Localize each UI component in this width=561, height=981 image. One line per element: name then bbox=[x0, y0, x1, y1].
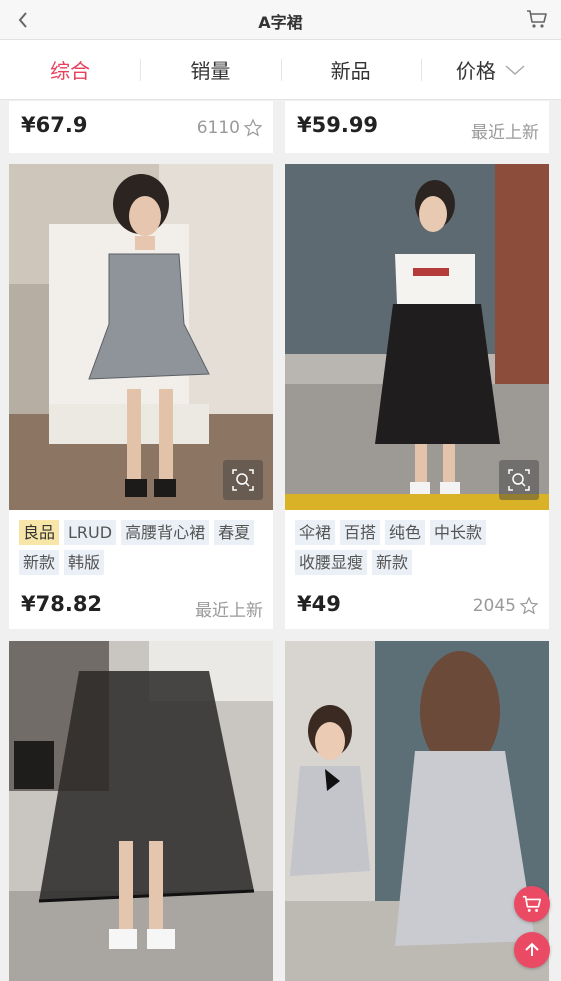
tag-item[interactable]: 韩版 bbox=[64, 550, 105, 575]
favorite-count: 6110 bbox=[196, 118, 240, 138]
tag-item[interactable]: 纯色 bbox=[385, 520, 426, 545]
page-title: A字裙 bbox=[258, 13, 303, 32]
tab-label: 综合 bbox=[50, 59, 91, 83]
product-price: ¥59.99 bbox=[297, 113, 379, 137]
product-card[interactable]: ¥59.99 最近上新 bbox=[285, 101, 549, 153]
product-image[interactable] bbox=[285, 641, 549, 981]
star-icon[interactable] bbox=[243, 118, 263, 138]
tag-item[interactable]: 高腰背心裙 bbox=[121, 520, 210, 545]
tag-item[interactable]: 新款 bbox=[372, 550, 413, 575]
tag-item[interactable]: 伞裙 bbox=[295, 520, 336, 545]
product-image[interactable] bbox=[285, 164, 549, 510]
product-image[interactable] bbox=[9, 641, 273, 981]
product-image[interactable] bbox=[9, 164, 273, 510]
scroll-top-button[interactable] bbox=[514, 932, 550, 968]
tab-label: 销量 bbox=[190, 59, 231, 83]
tag-item[interactable]: 良品 bbox=[19, 520, 60, 545]
shopping-cart-icon[interactable] bbox=[525, 7, 549, 31]
tab-sales[interactable]: 销量 bbox=[140, 40, 280, 99]
tab-price[interactable]: 价格 bbox=[420, 40, 561, 99]
sort-bar: 综合 销量 新品 价格 bbox=[0, 40, 561, 100]
tag-item[interactable]: 春夏 bbox=[214, 520, 255, 545]
product-card[interactable]: 良品 LRUD 高腰背心裙 春夏 新款 韩版 ¥78.82 最近上新 bbox=[9, 164, 273, 629]
product-photo-tulle-skirt-outfit bbox=[285, 164, 549, 510]
tag-item[interactable]: 中长款 bbox=[430, 520, 487, 545]
product-price: ¥49 bbox=[297, 592, 341, 616]
cart-float-button[interactable] bbox=[514, 886, 550, 922]
new-arrival-label: 最近上新 bbox=[471, 123, 539, 143]
product-card[interactable]: ¥67.9 6110 bbox=[9, 101, 273, 153]
product-photo-gingham-dress bbox=[9, 164, 273, 510]
product-meta: 6110 bbox=[197, 118, 263, 138]
product-grid: ¥67.9 6110 ¥59.99 最近上新 良品 LRUD 高腰背心裙 春夏 … bbox=[0, 101, 561, 981]
chevron-down-icon bbox=[505, 64, 525, 75]
zoom-search-icon[interactable] bbox=[223, 460, 263, 500]
tab-label: 价格 bbox=[455, 59, 496, 83]
favorite-count: 2045 bbox=[472, 596, 516, 616]
tag-item[interactable]: LRUD bbox=[64, 520, 117, 545]
tab-comprehensive[interactable]: 综合 bbox=[0, 40, 140, 99]
product-photo-black-tulle-skirt bbox=[9, 641, 273, 981]
zoom-search-icon[interactable] bbox=[499, 460, 539, 500]
product-tags: 伞裙 百搭 纯色 中长款 收腰显瘦 新款 bbox=[295, 520, 541, 580]
star-icon[interactable] bbox=[519, 596, 539, 616]
product-card[interactable] bbox=[9, 641, 273, 981]
product-meta: 2045 bbox=[473, 596, 539, 616]
tab-new[interactable]: 新品 bbox=[280, 40, 421, 99]
new-arrival-label: 最近上新 bbox=[195, 601, 263, 621]
product-meta: 最近上新 bbox=[471, 118, 539, 143]
product-meta: 最近上新 bbox=[195, 596, 263, 621]
arrow-up-icon bbox=[525, 942, 539, 956]
tab-label: 新品 bbox=[330, 59, 371, 83]
product-photo-grey-bow-dress bbox=[285, 641, 549, 981]
product-card[interactable]: 伞裙 百搭 纯色 中长款 收腰显瘦 新款 ¥49 2045 bbox=[285, 164, 549, 629]
product-tags: 良品 LRUD 高腰背心裙 春夏 新款 韩版 bbox=[19, 520, 265, 580]
top-bar: A字裙 bbox=[0, 0, 561, 40]
product-price: ¥67.9 bbox=[21, 113, 88, 137]
product-price: ¥78.82 bbox=[21, 592, 103, 616]
tag-item[interactable]: 收腰显瘦 bbox=[295, 550, 368, 575]
product-card[interactable] bbox=[285, 641, 549, 981]
tag-item[interactable]: 百搭 bbox=[340, 520, 381, 545]
cart-float-icon bbox=[522, 895, 542, 912]
tag-item[interactable]: 新款 bbox=[19, 550, 60, 575]
